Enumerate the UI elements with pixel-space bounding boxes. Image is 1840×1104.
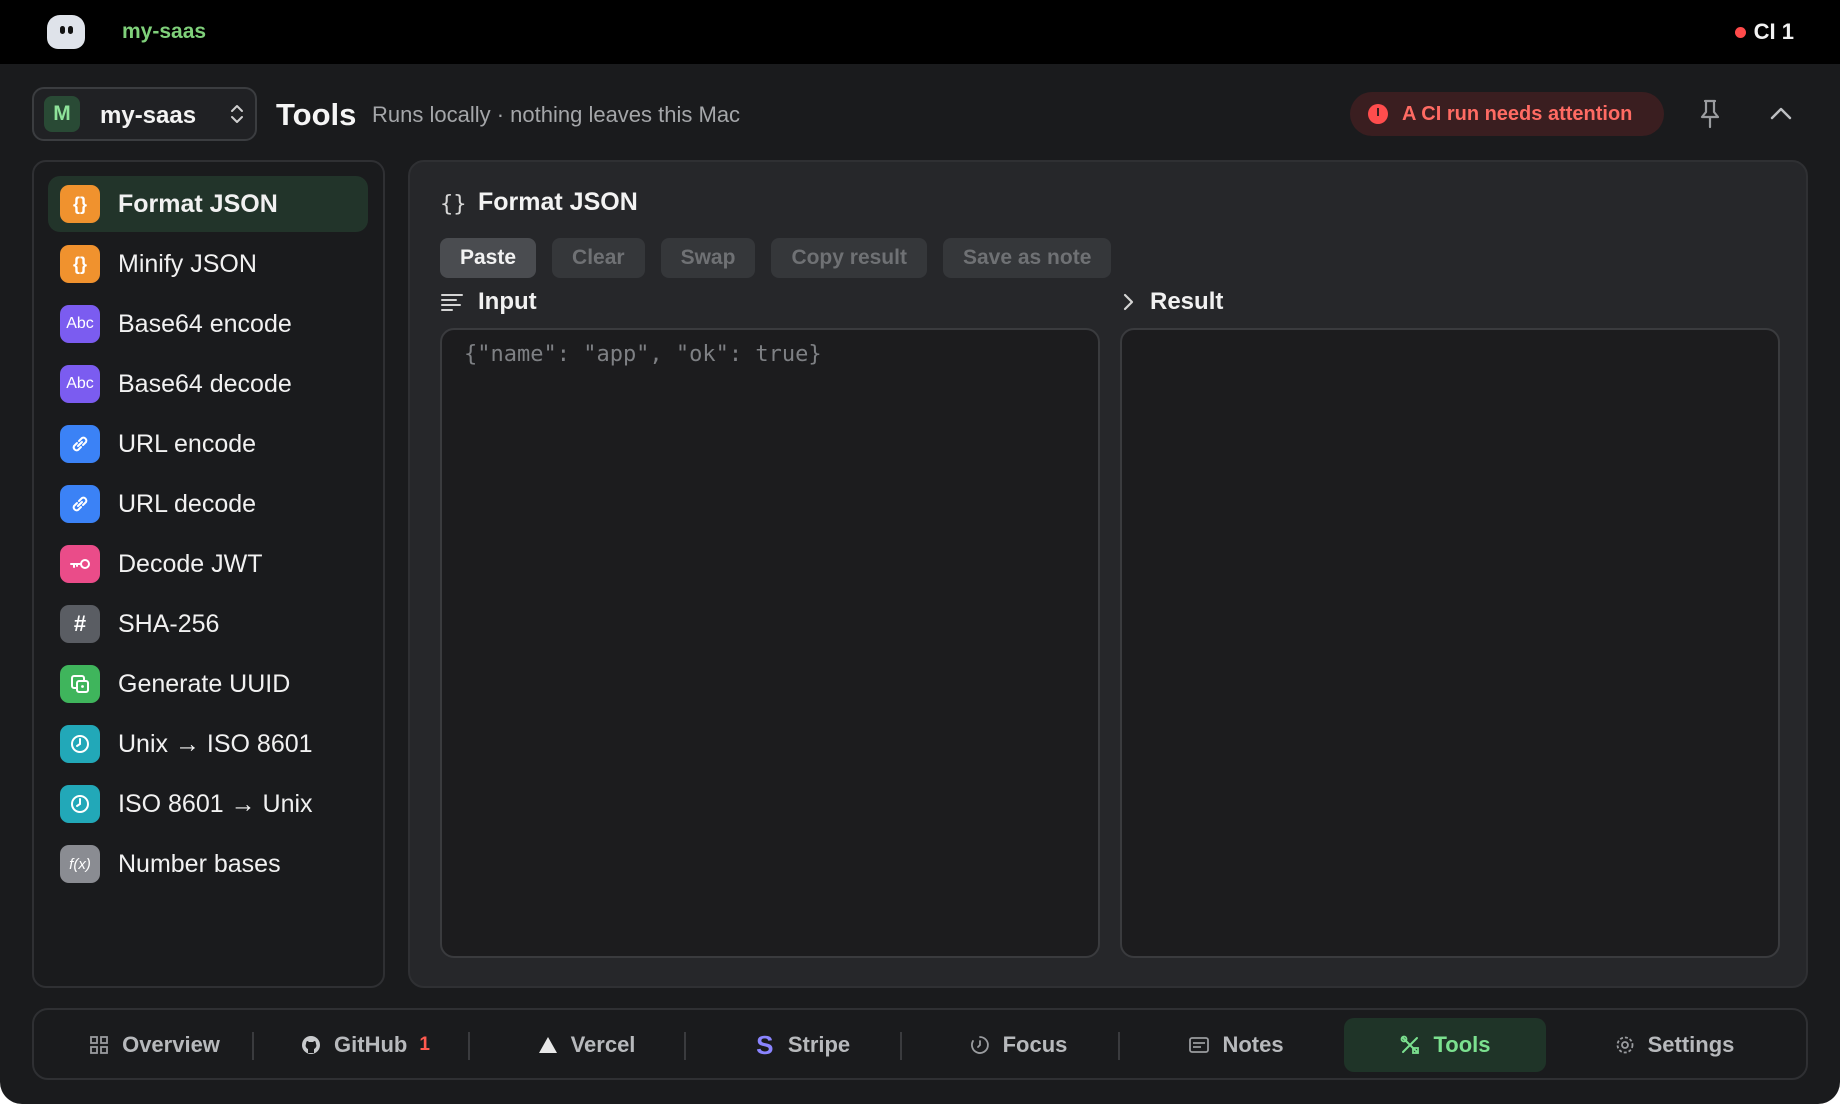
app-window: my-saas CI 1 M my-saas Tools Runs locall… [0,0,1840,1104]
sidebar-item-label: URL decode [118,490,257,518]
clock-icon [60,785,100,823]
braces-icon: {} [440,192,467,217]
input-placeholder: {"name": "app", "ok": true} [464,342,822,367]
ci-error-dot-icon [1734,26,1746,38]
tab-overview[interactable]: Overview [54,1018,254,1072]
sidebar-item-label: Decode JWT [118,550,263,578]
sidebar-item-unix-to-iso[interactable]: Unix → ISO 8601 [48,716,368,772]
sidebar-item-label: Base64 decode [118,370,292,398]
tab-notes[interactable]: Notes [1136,1018,1336,1072]
top-project-name: my-saas [122,20,207,43]
text-abc-icon: Abc [60,365,100,403]
tab-vercel-label: Vercel [570,1032,636,1057]
sidebar-item-minify-json[interactable]: {} Minify JSON [48,236,368,292]
sidebar-item-label: Minify JSON [118,250,257,278]
tool-panel: {} Format JSON Paste Clear Swap Copy res… [408,160,1808,988]
tab-focus-label: Focus [1002,1032,1068,1057]
tab-stripe[interactable]: S Stripe [702,1018,902,1072]
sidebar-item-label: Unix → ISO 8601 [118,730,313,758]
tab-stripe-label: Stripe [787,1032,851,1057]
result-output[interactable] [1120,328,1780,958]
alert-icon [1368,104,1388,124]
project-selector-label: my-saas [100,102,197,129]
project-selector[interactable]: M my-saas [32,87,257,141]
hash-icon: # [60,605,100,643]
tab-overview-label: Overview [122,1032,220,1057]
tab-github-label: GitHub [334,1032,408,1057]
braces-icon: {} [60,185,100,223]
page-title: Tools [276,97,357,132]
top-bar: my-saas CI 1 [0,0,1840,64]
dice-icon [60,665,100,703]
gear-icon [1616,1036,1633,1054]
sidebar-item-number-bases[interactable]: f(x) Number bases [48,836,368,892]
sidebar-item-url-encode[interactable]: URL encode [48,416,368,472]
sidebar-item-label: SHA-256 [118,610,220,638]
input-label: Input [478,288,537,315]
chevron-up-icon[interactable] [1766,100,1796,128]
github-count-badge: 1 [419,1034,430,1055]
sidebar-item-generate-uuid[interactable]: Generate UUID [48,656,368,712]
braces-icon: {} [60,245,100,283]
sidebar-item-base64-encode[interactable]: Abc Base64 encode [48,296,368,352]
sidebar-item-decode-jwt[interactable]: Decode JWT [48,536,368,592]
tool-title: Format JSON [478,188,638,216]
link-icon [60,425,100,463]
sidebar-item-label: ISO 8601 → Unix [118,790,313,818]
save-as-note-button[interactable]: Save as note [942,238,1112,278]
vercel-triangle-icon [538,1037,557,1053]
sidebar-item-sha-256[interactable]: # SHA-256 [48,596,368,652]
project-avatar: M [44,96,80,132]
tab-github[interactable]: GitHub 1 [270,1018,460,1072]
tab-notes-label: Notes [1222,1032,1284,1057]
function-icon: f(x) [60,845,100,883]
ci-status-label: CI 1 [1753,19,1794,44]
ci-alert-label: A CI run needs attention [1402,102,1633,125]
sidebar-item-label: Generate UUID [118,670,291,698]
clock-icon [60,725,100,763]
clear-button[interactable]: Clear [552,238,645,278]
tab-settings[interactable]: Settings [1574,1018,1774,1072]
input-textarea[interactable]: {"name": "app", "ok": true} [440,328,1100,958]
key-icon [60,545,100,583]
copy-result-button[interactable]: Copy result [771,238,927,278]
sidebar-item-iso-to-unix[interactable]: ISO 8601 → Unix [48,776,368,832]
tools-sidebar: {} Format JSON {} Minify JSON Abc Base64… [32,160,385,988]
ci-status-indicator[interactable]: CI 1 [1734,19,1794,45]
sidebar-item-label: URL encode [118,430,257,458]
chevron-right-icon [1123,293,1134,311]
grid-icon [90,1036,108,1054]
tab-vercel[interactable]: Vercel [486,1018,686,1072]
page-subtitle: Runs locally · nothing leaves this Mac [372,102,741,127]
tab-focus[interactable]: Focus [918,1018,1118,1072]
sidebar-item-base64-decode[interactable]: Abc Base64 decode [48,356,368,412]
link-icon [60,485,100,523]
sidebar-item-url-decode[interactable]: URL decode [48,476,368,532]
timer-icon [970,1036,989,1054]
result-header: Result [1122,288,1223,316]
text-abc-icon: Abc [60,305,100,343]
sidebar-item-label: Format JSON [118,190,278,218]
bottom-nav: Overview GitHub 1 Vercel S Stripe Focus … [32,1008,1808,1080]
swap-button[interactable]: Swap [660,238,756,278]
app-logo-icon[interactable] [47,15,85,49]
sidebar-item-label: Base64 encode [118,310,292,338]
sidebar-item-label: Number bases [118,850,281,878]
chevron-up-down-icon [231,105,243,123]
tools-icon [1401,1035,1420,1054]
stripe-icon: S [756,1029,774,1060]
text-lines-icon [441,294,463,311]
github-icon [302,1036,321,1054]
paste-button[interactable]: Paste [440,238,537,278]
notes-icon [1189,1037,1210,1053]
pin-icon[interactable] [1696,98,1724,130]
tab-settings-label: Settings [1647,1032,1735,1057]
tool-actions: Paste Clear Swap Copy result Save as not… [440,238,1112,278]
tab-tools-label: Tools [1433,1032,1491,1057]
result-label: Result [1150,288,1224,315]
sidebar-item-format-json[interactable]: {} Format JSON [48,176,368,232]
tab-tools[interactable]: Tools [1344,1018,1546,1072]
input-header: Input [440,288,537,316]
ci-alert-button[interactable]: A CI run needs attention [1350,92,1664,136]
